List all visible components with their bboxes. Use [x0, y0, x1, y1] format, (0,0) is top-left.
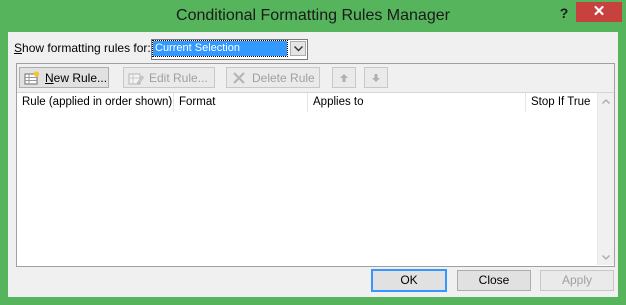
new-rule-label: New Rule...: [45, 71, 107, 85]
ok-button[interactable]: OK: [371, 269, 447, 292]
scroll-up-icon[interactable]: [598, 93, 614, 109]
delete-rule-button[interactable]: Delete Rule: [226, 67, 320, 88]
new-rule-label-text: ew Rule...: [53, 70, 108, 85]
column-header-applies-to[interactable]: Applies to: [308, 93, 526, 112]
rules-column-headers: Rule (applied in order shown) Format App…: [17, 93, 597, 112]
show-rules-for-dropdown[interactable]: Current Selection: [151, 39, 308, 60]
show-rules-label-text: how formatting rules for:: [22, 41, 151, 55]
rules-panel: New Rule... Edit Rule... Delete Rule Rul…: [16, 63, 615, 267]
title-bar[interactable]: Conditional Formatting Rules Manager ? ✕: [2, 2, 624, 30]
close-window-button[interactable]: ✕: [576, 2, 622, 22]
dropdown-selected-value: Current Selection: [152, 40, 288, 57]
rules-vertical-scrollbar[interactable]: [597, 93, 614, 265]
help-button[interactable]: ?: [550, 2, 578, 24]
apply-button[interactable]: Apply: [540, 270, 614, 291]
show-rules-label: Show formatting rules for:: [14, 41, 151, 55]
new-rule-button[interactable]: New Rule...: [19, 67, 109, 88]
chevron-down-icon[interactable]: [290, 41, 306, 56]
column-header-stop-if-true[interactable]: Stop If True: [526, 93, 597, 112]
new-rule-icon: [24, 70, 40, 85]
close-button[interactable]: Close: [457, 270, 531, 291]
delete-x-icon: [231, 71, 247, 85]
delete-rule-label: Delete Rule: [252, 70, 315, 85]
rules-toolbar: New Rule... Edit Rule... Delete Rule: [17, 64, 614, 93]
move-down-button[interactable]: [364, 67, 388, 88]
column-header-rule[interactable]: Rule (applied in order shown): [17, 93, 174, 112]
edit-rule-icon: [128, 71, 144, 85]
move-up-button[interactable]: [332, 67, 356, 88]
arrow-up-icon: [340, 74, 348, 82]
edit-rule-label: Edit Rule...: [149, 70, 208, 85]
column-header-format[interactable]: Format: [174, 93, 308, 112]
new-rule-mnemonic: N: [45, 70, 54, 85]
dialog-window: Conditional Formatting Rules Manager ? ✕…: [0, 0, 626, 305]
dialog-title: Conditional Formatting Rules Manager: [176, 7, 450, 24]
dialog-body: Show formatting rules for: Current Selec…: [8, 32, 618, 297]
show-rules-label-mnemonic: S: [14, 41, 23, 55]
scroll-down-icon[interactable]: [598, 249, 614, 265]
arrow-down-icon: [372, 74, 380, 82]
edit-rule-button[interactable]: Edit Rule...: [123, 67, 215, 88]
